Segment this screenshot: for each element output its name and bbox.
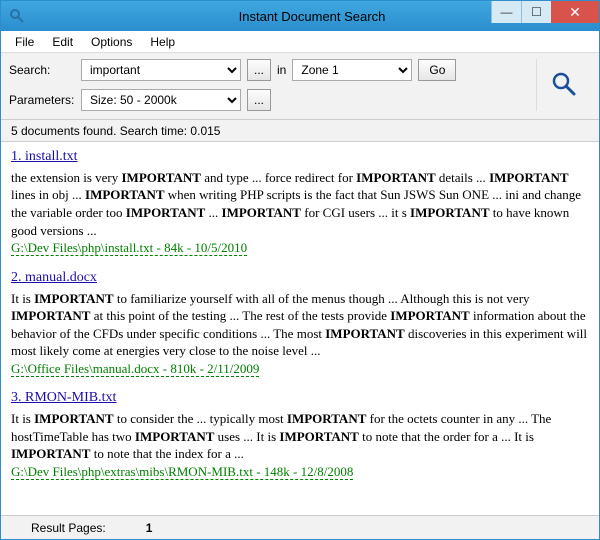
- zone-select[interactable]: Zone 1: [292, 59, 412, 81]
- result-item: 3. RMON-MIB.txt It is IMPORTANT to consid…: [11, 389, 589, 480]
- search-label: Search:: [9, 63, 75, 77]
- result-item: 1. install.txt the extension is very IMPO…: [11, 148, 589, 257]
- pager-label: Result Pages:: [31, 521, 106, 535]
- menu-edit[interactable]: Edit: [44, 33, 81, 51]
- titlebar: Instant Document Search — ☐ ✕: [1, 1, 599, 31]
- results-pane[interactable]: 1. install.txt the extension is very IMPO…: [1, 142, 599, 515]
- result-meta: G:\Dev Files\php\install.txt - 84k - 10/…: [11, 240, 247, 256]
- magnifier-icon[interactable]: [550, 70, 578, 101]
- result-item: 2. manual.docx It is IMPORTANT to familia…: [11, 269, 589, 378]
- params-select[interactable]: Size: 50 - 2000k: [81, 89, 241, 111]
- toolbar: Search: important ... in Zone 1 Go Param…: [1, 53, 599, 120]
- status-text: 5 documents found. Search time: 0.015: [11, 124, 220, 138]
- menu-options[interactable]: Options: [83, 33, 140, 51]
- toolbar-left: Search: important ... in Zone 1 Go Param…: [9, 59, 536, 111]
- result-title[interactable]: 1. install.txt: [11, 148, 589, 167]
- in-label: in: [277, 63, 286, 77]
- params-browse-button[interactable]: ...: [247, 89, 271, 111]
- menu-help[interactable]: Help: [142, 33, 183, 51]
- params-row: Parameters: Size: 50 - 2000k ...: [9, 89, 536, 111]
- maximize-button[interactable]: ☐: [521, 1, 551, 23]
- menu-file[interactable]: File: [7, 33, 42, 51]
- app-icon: [9, 8, 25, 24]
- search-row: Search: important ... in Zone 1 Go: [9, 59, 536, 81]
- status-bar: 5 documents found. Search time: 0.015: [1, 120, 599, 142]
- close-button[interactable]: ✕: [551, 1, 599, 23]
- search-browse-button[interactable]: ...: [247, 59, 271, 81]
- params-label: Parameters:: [9, 93, 75, 107]
- result-meta: G:\Office Files\manual.docx - 810k - 2/1…: [11, 361, 259, 377]
- result-snippet: the extension is very IMPORTANT and type…: [11, 169, 589, 239]
- result-snippet: It is IMPORTANT to familiarize yourself …: [11, 290, 589, 360]
- result-title[interactable]: 2. manual.docx: [11, 269, 589, 288]
- go-button[interactable]: Go: [418, 59, 456, 81]
- result-snippet: It is IMPORTANT to consider the ... typi…: [11, 410, 589, 463]
- result-meta: G:\Dev Files\php\extras\mibs\RMON-MIB.tx…: [11, 464, 353, 480]
- window-controls: — ☐ ✕: [491, 1, 599, 23]
- toolbar-right: [536, 59, 591, 111]
- minimize-button[interactable]: —: [491, 1, 521, 23]
- result-title[interactable]: 3. RMON-MIB.txt: [11, 389, 589, 408]
- search-input[interactable]: important: [81, 59, 241, 81]
- menubar: File Edit Options Help: [1, 31, 599, 53]
- pager-current: 1: [146, 521, 153, 535]
- pager: Result Pages: 1: [1, 515, 599, 539]
- app-window: Instant Document Search — ☐ ✕ File Edit …: [0, 0, 600, 540]
